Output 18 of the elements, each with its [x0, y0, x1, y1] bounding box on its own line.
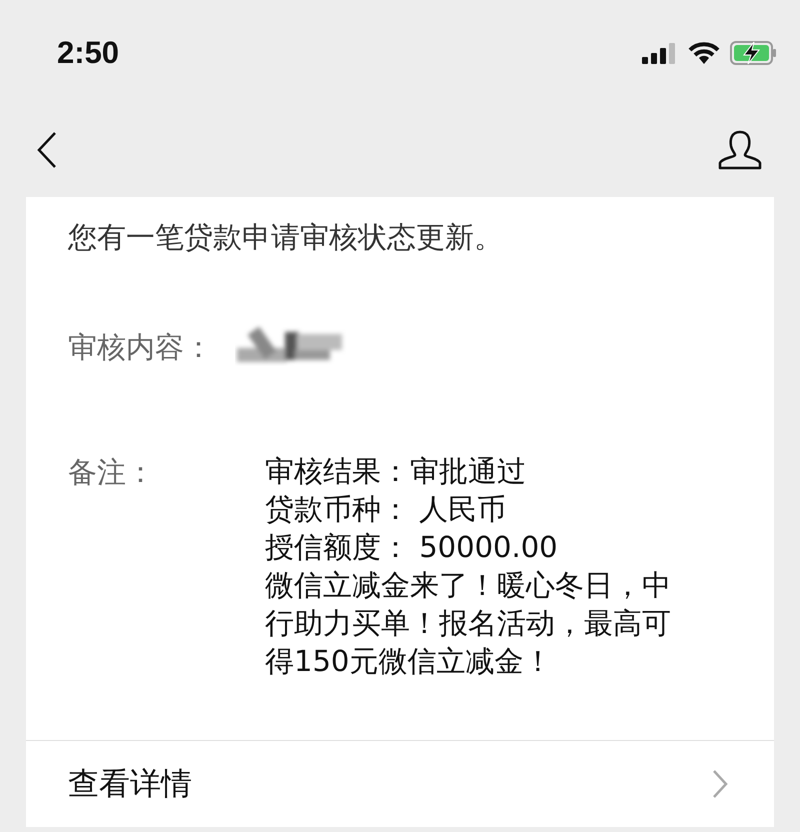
- link-label: 查看详情: [68, 765, 192, 804]
- field-label: 审核内容：: [68, 329, 214, 366]
- remark-line: 行助力买单！报名活动，最高可: [265, 605, 671, 642]
- battery-icon: [730, 40, 778, 66]
- chevron-right-icon: [712, 769, 728, 799]
- remark-line: 微信立减金来了！暖心冬日，中: [265, 567, 671, 604]
- remark-line: 审核结果：审批通过: [265, 453, 526, 490]
- person-icon[interactable]: [718, 130, 762, 170]
- message-intro: 您有一笔贷款申请审核状态更新。: [66, 219, 504, 256]
- wifi-icon: [688, 40, 720, 64]
- signal-icon: [642, 42, 678, 64]
- view-details-link[interactable]: 查看详情: [26, 741, 774, 827]
- remark-line: 得150元微信立减金！: [265, 643, 552, 680]
- status-time: 2:50: [57, 34, 120, 70]
- field-label: 备注：: [68, 454, 156, 491]
- remark-line: 授信额度： 50000.00: [265, 529, 558, 566]
- remark-line: 贷款币种： 人民币: [265, 491, 506, 528]
- back-icon[interactable]: [36, 131, 58, 169]
